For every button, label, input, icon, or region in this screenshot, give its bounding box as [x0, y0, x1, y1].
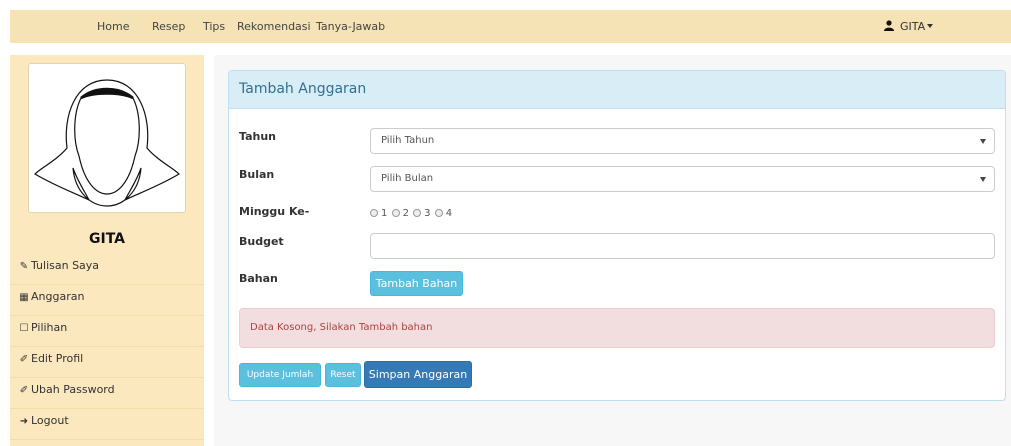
- bulan-select[interactable]: Pilih Bulan: [370, 166, 995, 192]
- avatar: [28, 63, 186, 213]
- tambah-anggaran-panel: Tambah Anggaran Tahun Pilih Tahun Bulan …: [228, 70, 1006, 401]
- minggu-label: Minggu Ke-: [239, 205, 310, 218]
- sidebar-item-anggaran[interactable]: ▦ Anggaran: [10, 286, 204, 316]
- sidebar-item-label: Anggaran: [31, 290, 85, 303]
- user-name: GITA: [900, 20, 926, 33]
- nav-home[interactable]: Home: [97, 20, 129, 33]
- tahun-select-value: Pilih Tahun: [381, 135, 435, 146]
- sidebar-item-tulisan-saya[interactable]: ✎ Tulisan Saya: [10, 255, 204, 285]
- caret-down-icon: [927, 24, 934, 28]
- tambah-bahan-button[interactable]: Tambah Bahan: [370, 271, 463, 296]
- calculator-icon: ▦: [19, 292, 29, 303]
- minggu-radio-group: 1 2 3 4: [370, 208, 453, 219]
- minggu-radio-1[interactable]: [370, 209, 378, 217]
- chevron-down-icon: [980, 177, 986, 182]
- sidebar: GITA ✎ Tulisan Saya ▦ Anggaran ☐ Pilihan ✐ E…: [10, 55, 204, 446]
- pencil-icon: ✐: [19, 385, 29, 396]
- sidebar-item-label: Tulisan Saya: [31, 259, 100, 272]
- nav-tanya-jawab[interactable]: Tanya-Jawab: [316, 20, 385, 33]
- sidebar-item-pilihan[interactable]: ☐ Pilihan: [10, 317, 204, 347]
- panel-title: Tambah Anggaran: [239, 81, 367, 97]
- update-jumlah-button[interactable]: Update Jumlah: [239, 363, 321, 387]
- bookmark-icon: ☐: [19, 323, 29, 334]
- bulan-select-value: Pilih Bulan: [381, 173, 434, 184]
- sidebar-item-label: Ubah Password: [31, 383, 115, 396]
- top-navbar: Home Resep Tips Rekomendasi Tanya-Jawab …: [10, 10, 1011, 43]
- tahun-label: Tahun: [239, 130, 277, 143]
- nav-rekomendasi[interactable]: Rekomendasi: [237, 20, 311, 33]
- chevron-down-icon: [980, 139, 986, 144]
- minggu-option-label: 1: [381, 208, 388, 219]
- pencil-icon: ✐: [19, 354, 29, 365]
- sidebar-item-ubah-password[interactable]: ✐ Ubah Password: [10, 379, 204, 409]
- edit-icon: ✎: [19, 261, 29, 272]
- user-menu[interactable]: GITA: [884, 20, 934, 33]
- budget-input[interactable]: [370, 233, 995, 259]
- sidebar-item-edit-profil[interactable]: ✐ Edit Profil: [10, 348, 204, 378]
- sidebar-item-logout[interactable]: ➜ Logout: [10, 410, 204, 440]
- simpan-anggaran-button[interactable]: Simpan Anggaran: [364, 361, 472, 388]
- minggu-option-label: 2: [402, 208, 409, 219]
- budget-label: Budget: [239, 235, 284, 248]
- minggu-radio-2[interactable]: [391, 209, 400, 217]
- bahan-label: Bahan: [239, 272, 278, 285]
- panel-heading: Tambah Anggaran: [229, 71, 1005, 109]
- sidebar-item-label: Pilihan: [31, 321, 68, 334]
- sidebar-item-label: Edit Profil: [31, 352, 84, 365]
- minggu-option-label: 4: [445, 208, 453, 219]
- minggu-radio-4[interactable]: [434, 209, 443, 217]
- tahun-select[interactable]: Pilih Tahun: [370, 128, 995, 154]
- reset-button[interactable]: Reset: [325, 363, 361, 387]
- logout-icon: ➜: [19, 416, 29, 427]
- nav-tips[interactable]: Tips: [203, 20, 225, 33]
- sidebar-username: GITA: [89, 231, 125, 247]
- sidebar-item-label: Logout: [31, 414, 69, 427]
- minggu-radio-3[interactable]: [413, 209, 422, 217]
- hijab-avatar-icon: [34, 79, 180, 207]
- user-icon: [884, 20, 894, 31]
- minggu-option-label: 3: [424, 208, 431, 219]
- empty-data-alert: Data Kosong, Silakan Tambah bahan: [239, 308, 995, 348]
- bulan-label: Bulan: [239, 168, 275, 181]
- nav-resep[interactable]: Resep: [152, 20, 185, 33]
